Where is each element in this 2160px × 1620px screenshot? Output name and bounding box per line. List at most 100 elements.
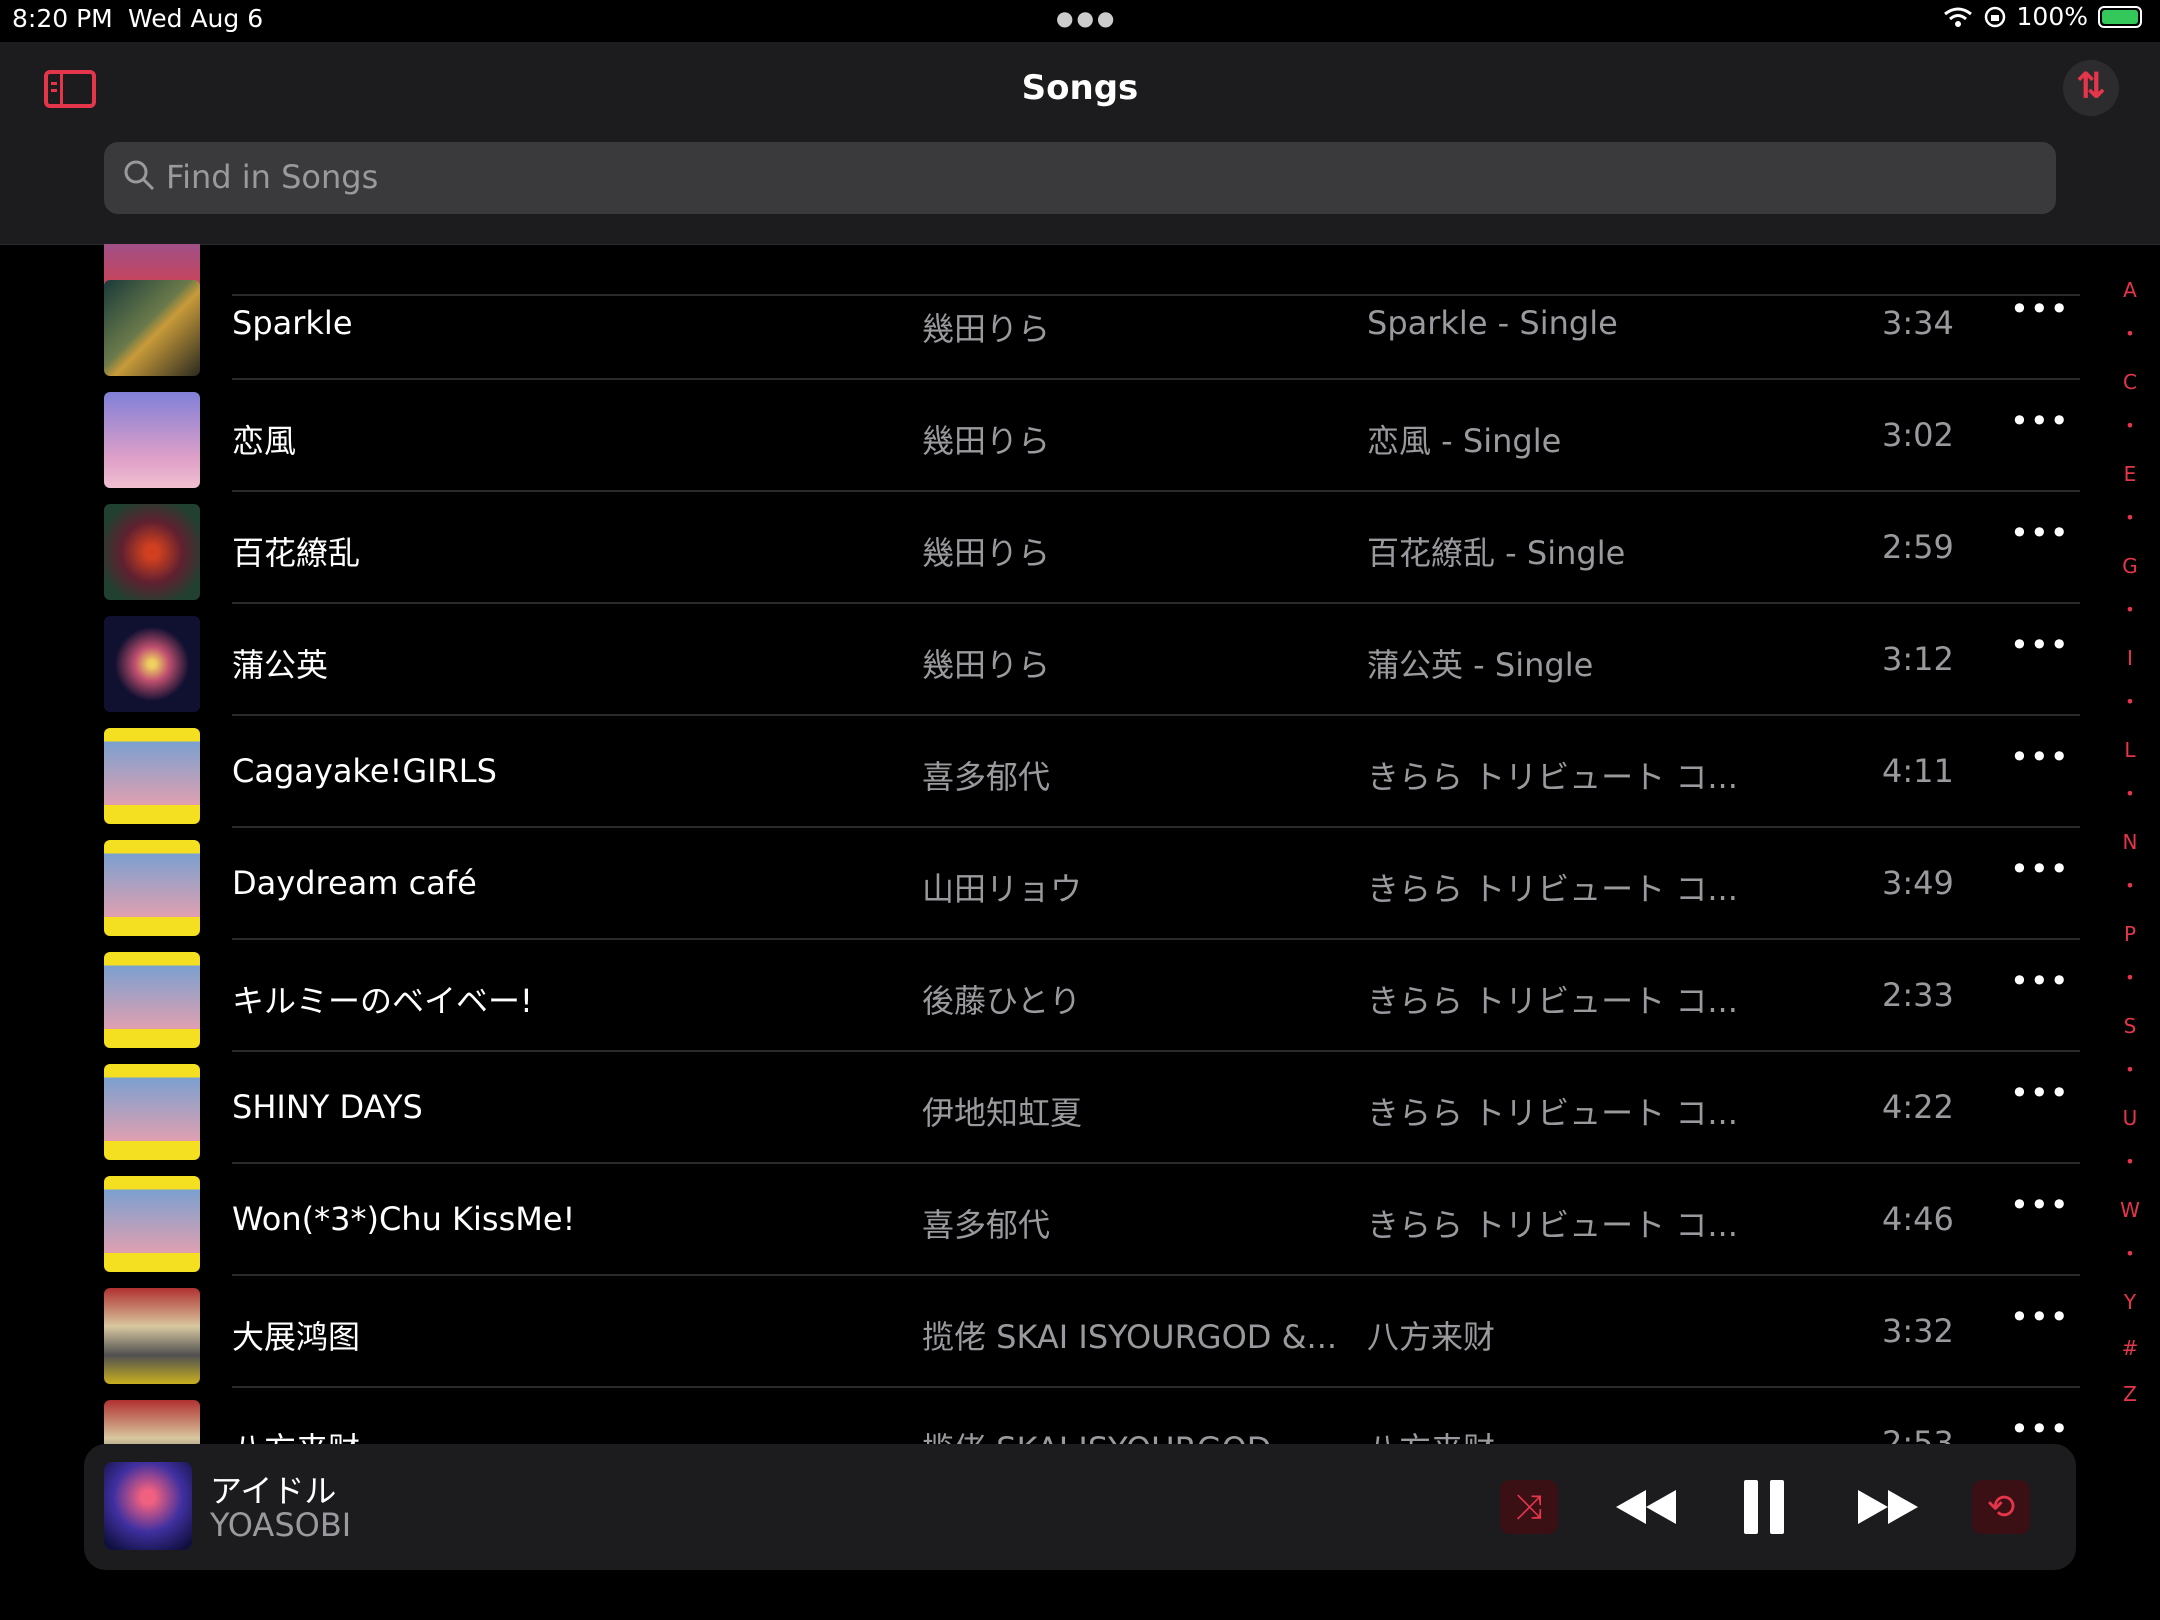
more-icon[interactable]: ••• bbox=[2010, 1298, 2070, 1336]
song-album: きらら トリビュート コ... bbox=[1367, 1094, 1738, 1132]
battery-icon bbox=[2098, 5, 2142, 28]
search-input[interactable]: Find in Songs bbox=[104, 142, 2056, 214]
table-row[interactable]: 蒲公英 幾田りら 蒲公英 - Single 3:12 ••• bbox=[0, 604, 2080, 716]
song-title: 蒲公英 bbox=[232, 646, 329, 684]
table-row[interactable]: Won(*3*)Chu KissMe! 喜多郁代 きらら トリビュート コ...… bbox=[0, 1164, 2080, 1276]
album-art bbox=[104, 1176, 200, 1272]
album-art bbox=[104, 840, 200, 936]
index-dot[interactable]: • bbox=[2118, 416, 2142, 462]
index-letter[interactable]: U bbox=[2118, 1106, 2142, 1152]
table-row[interactable]: キルミーのベイベー! 後藤ひとり きらら トリビュート コ... 2:33 ••… bbox=[0, 940, 2080, 1052]
shuffle-icon[interactable]: ⤨ bbox=[1500, 1480, 1558, 1534]
album-art bbox=[104, 1064, 200, 1160]
song-artist: 喜多郁代 bbox=[922, 758, 1051, 796]
song-duration: 3:32 bbox=[1882, 1312, 1954, 1350]
song-duration: 2:33 bbox=[1882, 976, 1954, 1014]
song-album: きらら トリビュート コ... bbox=[1367, 758, 1738, 796]
index-letter[interactable]: S bbox=[2118, 1014, 2142, 1060]
table-row[interactable]: Daydream café 山田リョウ きらら トリビュート コ... 3:49… bbox=[0, 828, 2080, 940]
song-album: 蒲公英 - Single bbox=[1367, 646, 1594, 684]
song-duration: 3:34 bbox=[1882, 304, 1954, 342]
index-letter[interactable]: C bbox=[2118, 370, 2142, 416]
songs-header: Songs ⇅ Find in Songs bbox=[0, 42, 2160, 245]
index-dot[interactable]: • bbox=[2118, 784, 2142, 830]
song-list: Sparkle 幾田りら Sparkle - Single 3:34 ••• 恋… bbox=[0, 244, 2160, 1444]
search-placeholder: Find in Songs bbox=[166, 158, 379, 196]
more-icon[interactable]: ••• bbox=[2010, 626, 2070, 664]
album-art bbox=[104, 1288, 200, 1384]
now-playing-artist: YOASOBI bbox=[210, 1506, 352, 1544]
album-art bbox=[104, 728, 200, 824]
repeat-icon[interactable]: ⟲ bbox=[1972, 1480, 2030, 1534]
orientation-lock-icon bbox=[1984, 6, 2005, 27]
multitasking-dots-icon[interactable]: ●●● bbox=[1056, 6, 1117, 30]
index-dot[interactable]: • bbox=[2118, 1152, 2142, 1198]
song-album: きらら トリビュート コ... bbox=[1367, 1206, 1738, 1244]
status-bar: 8:20 PM Wed Aug 6 ●●● 100% bbox=[0, 0, 2160, 42]
song-artist: 幾田りら bbox=[922, 534, 1051, 572]
index-letter[interactable]: Y bbox=[2118, 1290, 2142, 1336]
table-row[interactable]: Cagayake!GIRLS 喜多郁代 きらら トリビュート コ... 4:11… bbox=[0, 716, 2080, 828]
mini-player[interactable]: アイドル YOASOBI ⤨ ⟲ bbox=[84, 1444, 2076, 1570]
song-artist: 山田リョウ bbox=[922, 870, 1083, 908]
index-dot[interactable]: • bbox=[2118, 600, 2142, 646]
song-album: Sparkle - Single bbox=[1367, 304, 1618, 342]
index-dot[interactable]: • bbox=[2118, 1244, 2142, 1290]
page-title: Songs bbox=[1021, 68, 1139, 108]
song-title: Cagayake!GIRLS bbox=[232, 752, 497, 790]
index-dot[interactable]: • bbox=[2118, 968, 2142, 1014]
more-icon[interactable]: ••• bbox=[2010, 1074, 2070, 1112]
song-album: きらら トリビュート コ... bbox=[1367, 870, 1738, 908]
more-icon[interactable]: ••• bbox=[2010, 962, 2070, 1000]
alphabet-index[interactable]: A • C • E • G • I • L • N • P • S • U • … bbox=[2118, 278, 2142, 1428]
index-letter[interactable]: I bbox=[2118, 646, 2142, 692]
song-title: 八方来财 bbox=[232, 1424, 360, 1444]
index-letter[interactable]: P bbox=[2118, 922, 2142, 968]
table-row[interactable]: 大展鸿图 揽佬 SKAI ISYOURGOD &... 八方来财 3:32 ••… bbox=[0, 1276, 2080, 1388]
song-artist: 揽佬 SKAI ISYOURGOD bbox=[922, 1424, 1271, 1444]
index-dot[interactable]: • bbox=[2118, 508, 2142, 554]
more-icon[interactable]: ••• bbox=[2010, 402, 2070, 440]
status-time: 8:20 PM bbox=[12, 4, 113, 33]
more-icon[interactable]: ••• bbox=[2010, 514, 2070, 552]
table-row[interactable]: 百花繚乱 幾田りら 百花繚乱 - Single 2:59 ••• bbox=[0, 492, 2080, 604]
album-art bbox=[104, 1400, 200, 1444]
pause-icon[interactable] bbox=[1736, 1480, 1792, 1534]
song-title: Daydream café bbox=[232, 864, 477, 902]
album-art bbox=[104, 392, 200, 488]
index-dot[interactable]: • bbox=[2118, 324, 2142, 370]
table-row[interactable]: SHINY DAYS 伊地知虹夏 きらら トリビュート コ... 4:22 ••… bbox=[0, 1052, 2080, 1164]
sort-arrows-icon[interactable]: ⇅ bbox=[2063, 60, 2119, 116]
song-duration: 2:59 bbox=[1882, 528, 1954, 566]
index-dot[interactable]: • bbox=[2118, 692, 2142, 738]
now-playing-art[interactable] bbox=[104, 1462, 192, 1550]
more-icon[interactable]: ••• bbox=[2010, 1186, 2070, 1224]
index-letter[interactable]: W bbox=[2118, 1198, 2142, 1244]
index-letter[interactable]: G bbox=[2118, 554, 2142, 600]
more-icon[interactable]: ••• bbox=[2010, 850, 2070, 888]
index-letter[interactable]: N bbox=[2118, 830, 2142, 876]
album-art bbox=[104, 616, 200, 712]
index-letter[interactable]: A bbox=[2118, 278, 2142, 324]
index-letter[interactable]: L bbox=[2118, 738, 2142, 784]
index-letter[interactable]: E bbox=[2118, 462, 2142, 508]
index-dot[interactable]: • bbox=[2118, 1060, 2142, 1106]
index-letter[interactable]: # bbox=[2118, 1336, 2142, 1382]
status-date: Wed Aug 6 bbox=[128, 4, 264, 33]
index-letter[interactable]: Z bbox=[2118, 1382, 2142, 1428]
table-row[interactable]: 恋風 幾田りら 恋風 - Single 3:02 ••• bbox=[0, 380, 2080, 492]
song-title: 百花繚乱 bbox=[232, 534, 361, 572]
table-row[interactable]: 八方来财 揽佬 SKAI ISYOURGOD 八方来财 2:53 ••• bbox=[0, 1388, 2080, 1444]
index-dot[interactable]: • bbox=[2118, 876, 2142, 922]
song-album: 八方来财 bbox=[1367, 1424, 1495, 1444]
more-icon[interactable]: ••• bbox=[2010, 738, 2070, 776]
song-title: キルミーのベイベー! bbox=[232, 982, 533, 1020]
song-artist: 伊地知虹夏 bbox=[922, 1094, 1083, 1132]
more-icon[interactable]: ••• bbox=[2010, 1410, 2070, 1444]
song-duration: 4:11 bbox=[1882, 752, 1954, 790]
rewind-icon[interactable] bbox=[1612, 1480, 1682, 1534]
more-icon[interactable]: ••• bbox=[2010, 290, 2070, 328]
battery-percent: 100% bbox=[2016, 2, 2088, 31]
table-row[interactable]: Sparkle 幾田りら Sparkle - Single 3:34 ••• bbox=[0, 268, 2080, 380]
fast-forward-icon[interactable] bbox=[1852, 1480, 1922, 1534]
